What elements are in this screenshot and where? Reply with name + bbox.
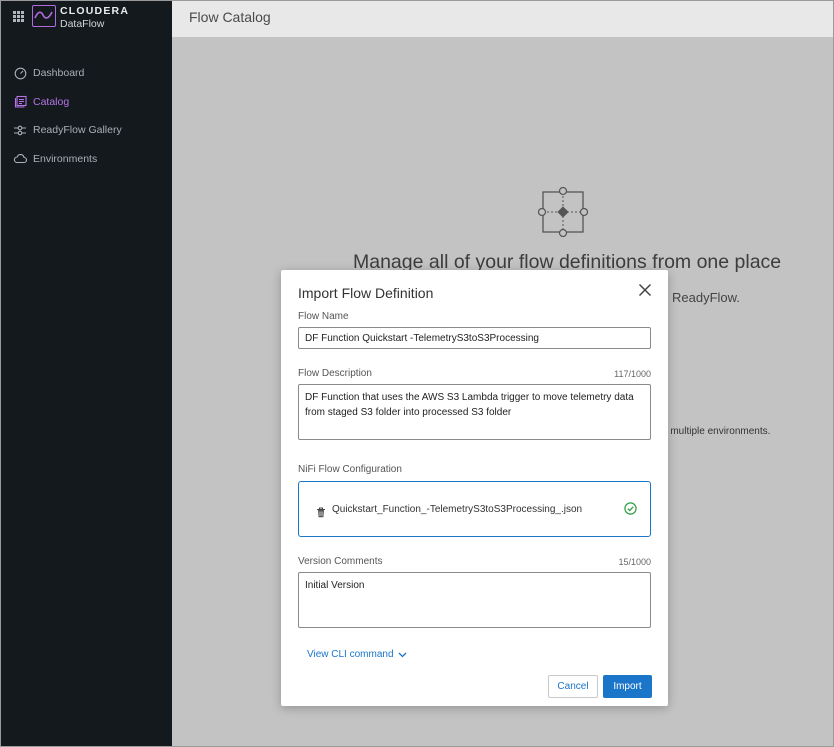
sidebar-item-environments[interactable]: Environments: [1, 145, 172, 174]
flow-description-label: Flow Description: [298, 368, 372, 379]
nifi-config-label: NiFi Flow Configuration: [298, 464, 402, 475]
version-comments-counter: 15/1000: [618, 557, 651, 567]
version-comments-textarea[interactable]: Initial Version: [298, 572, 651, 628]
page-title: Flow Catalog: [189, 9, 271, 25]
flow-definition-icon: [537, 186, 589, 242]
version-comments-label: Version Comments: [298, 556, 383, 567]
top-bar: Flow Catalog: [172, 1, 833, 37]
sidebar-item-readyflow-gallery[interactable]: ReadyFlow Gallery: [1, 116, 172, 145]
import-flow-dialog: Import Flow Definition Flow Name Flow De…: [281, 270, 668, 706]
chevron-down-icon: [398, 652, 406, 657]
check-circle-icon: [624, 502, 637, 520]
brand-name: CLOUDERA: [60, 5, 130, 17]
nifi-file-name: Quickstart_Function_-TelemetryS3toS3Proc…: [332, 504, 583, 515]
dialog-title: Import Flow Definition: [298, 285, 434, 301]
close-button[interactable]: [638, 283, 652, 297]
flow-description-counter: 117/1000: [614, 369, 651, 379]
flow-name-input[interactable]: [298, 327, 651, 349]
trash-icon[interactable]: [316, 505, 326, 523]
empty-state-subtext: ReadyFlow.: [672, 290, 740, 305]
cancel-button[interactable]: Cancel: [548, 675, 598, 698]
sidebar-item-label: Environments: [33, 152, 98, 165]
flow-description-textarea[interactable]: DF Function that uses the AWS S3 Lambda …: [298, 384, 651, 440]
import-button[interactable]: Import: [603, 675, 652, 698]
view-cli-command-link[interactable]: View CLI command: [307, 649, 407, 660]
view-cli-command-label: View CLI command: [307, 649, 394, 660]
cloudera-logo-icon: [32, 5, 56, 27]
sidebar-item-dashboard[interactable]: Dashboard: [1, 59, 172, 88]
sidebar-item-label: Dashboard: [33, 67, 85, 80]
readyflow-gallery-icon: [13, 123, 27, 137]
app-grid-icon[interactable]: [13, 11, 24, 22]
app-window: CLOUDERA DataFlow Dashboard Catalog Read…: [0, 0, 834, 747]
sidebar: CLOUDERA DataFlow Dashboard Catalog Read…: [1, 1, 172, 746]
sidebar-nav: Dashboard Catalog ReadyFlow Gallery Envi…: [1, 59, 172, 173]
sidebar-item-label: ReadyFlow Gallery: [33, 124, 122, 137]
cloud-icon: [13, 152, 27, 166]
empty-state-note: o multiple environments.: [662, 426, 771, 437]
flow-name-label: Flow Name: [298, 311, 349, 322]
sidebar-item-catalog[interactable]: Catalog: [1, 88, 172, 117]
catalog-icon: [13, 95, 27, 109]
close-icon: [638, 283, 652, 297]
brand-product: DataFlow: [60, 17, 105, 30]
dashboard-icon: [13, 66, 27, 80]
sidebar-item-label: Catalog: [33, 95, 70, 108]
brand: CLOUDERA DataFlow: [60, 6, 129, 29]
nifi-file-dropzone[interactable]: Quickstart_Function_-TelemetryS3toS3Proc…: [298, 481, 651, 537]
